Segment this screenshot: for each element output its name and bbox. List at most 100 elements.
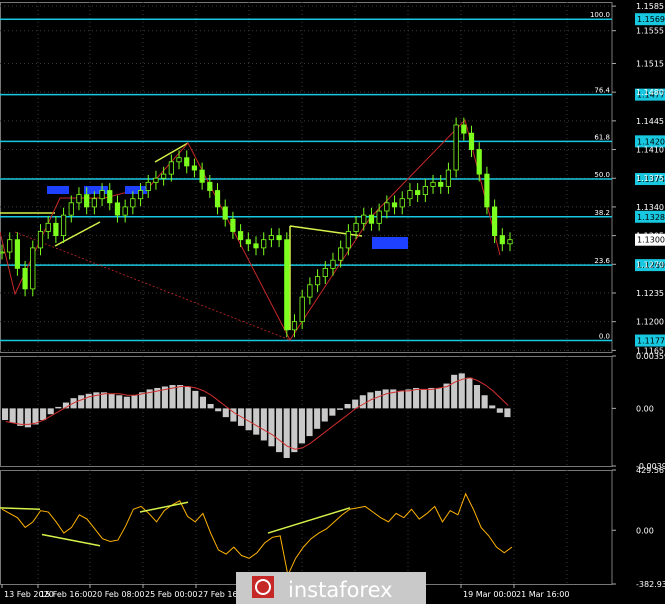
cci-tick-label: 429.56 xyxy=(636,466,664,475)
macd-bar xyxy=(359,395,366,409)
macd-bar xyxy=(336,408,344,410)
candle-body xyxy=(261,239,267,249)
price-tick-label: 1.1555 xyxy=(636,27,664,36)
price-tick-label: 1.1410 xyxy=(636,146,664,155)
candle-body xyxy=(376,210,382,224)
candle-body xyxy=(176,157,182,163)
macd-bar xyxy=(108,393,115,409)
candle-body xyxy=(145,181,151,191)
macd-bar xyxy=(397,390,404,409)
macd-bar xyxy=(78,395,85,409)
candle-body xyxy=(492,206,498,237)
candle-body xyxy=(338,247,344,261)
macd-bar xyxy=(123,396,130,409)
macd-bar xyxy=(222,408,229,418)
macd-bar xyxy=(344,403,351,409)
macd-bar xyxy=(2,408,9,421)
macd-bar xyxy=(314,408,321,429)
price-chart: 0.0 1.117723.6 1.126938.2 1.132850.0 1.13746… xyxy=(0,0,665,604)
candle-body xyxy=(468,132,475,150)
candle-body xyxy=(284,239,290,331)
macd-bar xyxy=(405,389,412,409)
candle-body xyxy=(7,239,13,253)
macd-bar xyxy=(276,408,283,453)
candle-body xyxy=(122,206,128,216)
macd-bar xyxy=(192,390,199,409)
candle-body xyxy=(299,296,305,323)
price-tick-label: 1.1200 xyxy=(636,318,664,327)
candle-body xyxy=(107,190,113,204)
fib-label: 50.0 xyxy=(594,171,610,179)
time-tick-label: 19 Mar 00:00 xyxy=(463,590,516,599)
candle-body xyxy=(214,190,221,208)
candle-body xyxy=(268,235,274,241)
candle-body xyxy=(114,202,121,216)
candle-body xyxy=(161,173,167,179)
macd-bar xyxy=(177,385,184,409)
candle-body xyxy=(168,161,174,175)
zone-box-3[interactable] xyxy=(125,186,147,194)
macd-bar xyxy=(291,408,298,453)
cci-tick-label: 0.00 xyxy=(636,526,654,535)
candle-body xyxy=(407,190,413,200)
macd-bar xyxy=(504,408,511,418)
macd-bar xyxy=(413,387,420,409)
candle-body xyxy=(37,231,44,249)
candle-body xyxy=(461,124,467,134)
macd-bar xyxy=(215,408,222,412)
candle-body xyxy=(60,214,67,237)
candle-body xyxy=(184,157,190,167)
macd-bar xyxy=(382,389,389,409)
candle-body xyxy=(199,169,205,183)
zone-box-4[interactable] xyxy=(372,237,408,249)
macd-bar xyxy=(451,374,458,409)
macd-bar xyxy=(481,395,488,409)
candle-body xyxy=(0,251,5,254)
macd-bar xyxy=(207,403,214,409)
candle-body xyxy=(76,194,82,204)
macd-bar xyxy=(283,408,290,458)
price-tick-label: 1.1480 xyxy=(636,88,664,97)
price-tick-label: 1.1585 xyxy=(636,2,664,11)
candle-body xyxy=(137,190,144,200)
time-tick-label: 25 Feb 00:00 xyxy=(145,590,197,599)
macd-bar xyxy=(496,408,503,413)
candle-body xyxy=(291,321,298,331)
macd-bar xyxy=(420,389,427,409)
watermark-text: instaforex xyxy=(288,578,393,602)
candle-body xyxy=(84,194,90,208)
time-tick-label: 15 Feb 16:00 xyxy=(40,590,92,599)
candle-body xyxy=(130,198,136,208)
instaforex-logo: instaforex xyxy=(236,572,426,604)
candle-body xyxy=(207,181,213,191)
current-price-text: 1.1300 xyxy=(637,236,665,245)
candle-body xyxy=(276,235,282,241)
candle-body xyxy=(53,222,59,237)
macd-bar xyxy=(47,408,54,415)
candle-body xyxy=(14,239,20,269)
fib-label: 0.0 xyxy=(599,333,610,341)
fib-price-tag-text: 1.1177 xyxy=(637,337,665,346)
price-tick-label: 1.1445 xyxy=(636,117,664,126)
candle-body xyxy=(307,284,313,298)
macd-bar xyxy=(428,387,435,409)
fib-price-tag-text: 1.1569 xyxy=(637,15,665,24)
price-tick-label: 1.1375 xyxy=(636,174,664,183)
price-tick-label: 1.1235 xyxy=(636,289,664,298)
candle-body xyxy=(453,124,459,171)
fib-label: 76.4 xyxy=(594,87,610,95)
macd-bar xyxy=(473,385,481,409)
candle-body xyxy=(314,276,321,286)
macd-tick-label: 0.00 xyxy=(636,404,654,413)
macd-bar xyxy=(199,396,207,409)
zone-box-1[interactable] xyxy=(47,186,69,194)
macd-bar xyxy=(40,408,47,421)
candle-body xyxy=(330,259,336,269)
candle-body xyxy=(484,173,490,208)
macd-bar xyxy=(17,408,24,426)
candle-body xyxy=(415,190,421,196)
cci-tick-label: -382.939 xyxy=(636,580,665,589)
candle-body xyxy=(384,202,390,212)
candle-body xyxy=(68,202,74,216)
candle-body xyxy=(353,222,359,232)
